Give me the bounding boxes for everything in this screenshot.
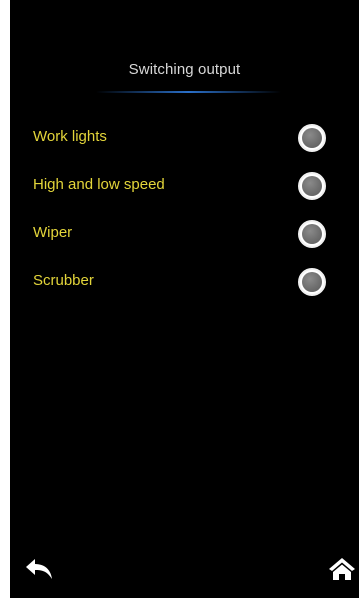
home-button[interactable] — [328, 556, 356, 582]
page-title: Switching output — [128, 61, 241, 78]
back-arrow-icon — [26, 559, 52, 579]
toggle-indicator — [302, 224, 322, 244]
high-low-speed-toggle[interactable] — [298, 172, 326, 200]
toggle-indicator — [302, 176, 322, 196]
toggle-indicator — [302, 128, 322, 148]
output-label: High and low speed — [33, 176, 165, 193]
output-row-high-low-speed: High and low speed — [10, 166, 359, 206]
title-underline — [96, 91, 281, 93]
output-row-scrubber: Scrubber — [10, 262, 359, 302]
home-icon — [329, 558, 355, 580]
output-label: Scrubber — [33, 272, 94, 289]
screen: Switching output Work lights High and lo… — [10, 0, 359, 598]
wiper-toggle[interactable] — [298, 220, 326, 248]
scrubber-toggle[interactable] — [298, 268, 326, 296]
toggle-indicator — [302, 272, 322, 292]
work-lights-toggle[interactable] — [298, 124, 326, 152]
output-label: Work lights — [33, 128, 107, 145]
output-label: Wiper — [33, 224, 73, 241]
output-row-work-lights: Work lights — [10, 118, 359, 158]
back-button[interactable] — [24, 556, 56, 582]
output-row-wiper: Wiper — [10, 214, 359, 254]
